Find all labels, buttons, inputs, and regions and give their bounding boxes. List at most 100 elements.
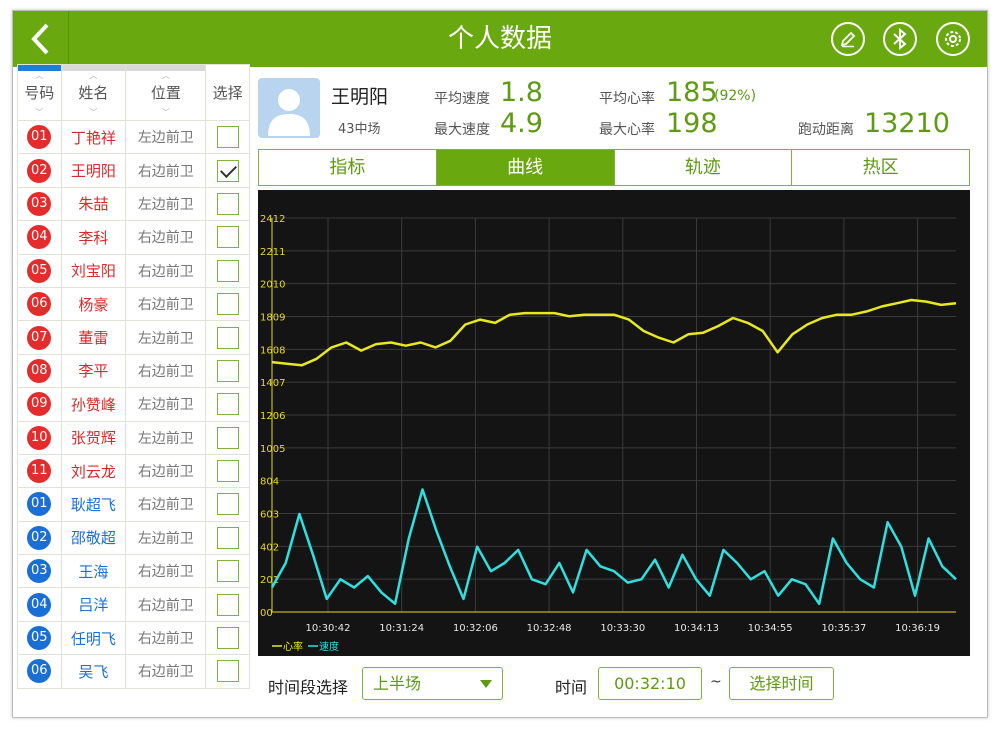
table-row[interactable]: 01 丁艳祥 左边前卫 [17, 119, 250, 155]
table-row[interactable]: 05 刘宝阳 右边前卫 [17, 253, 250, 288]
player-position-cell: 左边前卫 [125, 520, 207, 556]
table-row[interactable]: 03 王海 右边前卫 [17, 554, 250, 589]
pick-time-button[interactable]: 选择时间 [729, 667, 834, 700]
x-tick-label: 10:30:42 [306, 623, 351, 634]
table-row[interactable]: 07 董雷 左边前卫 [17, 320, 250, 355]
player-select-cell [205, 420, 250, 455]
player-position-cell: 右边前卫 [125, 453, 207, 489]
avatar [258, 78, 320, 138]
player-position-cell: 左边前卫 [125, 186, 207, 222]
table-row[interactable]: 08 李平 右边前卫 [17, 353, 250, 389]
player-checkbox[interactable] [216, 426, 239, 449]
table-row[interactable]: 03 朱喆 左边前卫 [17, 186, 250, 222]
player-number: 06 [17, 654, 62, 689]
series-line-heart-rate [271, 298, 957, 367]
y-tick-label: 1608 [260, 345, 285, 356]
table-row[interactable]: 11 刘云龙 右边前卫 [17, 453, 250, 489]
player-checkbox[interactable] [216, 393, 239, 416]
player-checkbox[interactable] [216, 526, 239, 549]
player-position-cell: 右边前卫 [125, 587, 207, 622]
table-row[interactable]: 02 王明阳 右边前卫 [17, 153, 250, 188]
bluetooth-button[interactable] [883, 22, 917, 56]
top-bar: 个人数据 [13, 11, 987, 67]
dropdown-arrow-icon [480, 680, 492, 688]
tab-track[interactable]: 轨迹 [614, 150, 793, 185]
player-position-cell: 左边前卫 [125, 119, 207, 155]
y-tick-label: 804 [260, 477, 279, 488]
table-row[interactable]: 01 耿超飞 右边前卫 [17, 487, 250, 522]
table-row[interactable]: 04 李科 右边前卫 [17, 220, 250, 255]
col-header-position[interactable]: ︿ 位置 ﹀ [125, 64, 207, 121]
player-name-cell: 杨豪 [60, 286, 127, 322]
table-row[interactable]: 05 任明飞 右边前卫 [17, 620, 250, 656]
tab-curve[interactable]: 曲线 [436, 150, 615, 185]
x-tick-label: 10:33:30 [600, 623, 645, 634]
col-header-name[interactable]: ︿ 姓名 ﹀ [60, 64, 127, 121]
player-checkbox[interactable] [216, 493, 239, 516]
player-name-cell: 董雷 [60, 320, 127, 355]
player-name-cell: 王明阳 [60, 153, 127, 188]
y-tick-label: 603 [260, 510, 279, 521]
player-checkbox[interactable] [216, 460, 239, 483]
player-select-cell [205, 220, 250, 255]
player-number: 02 [17, 520, 62, 556]
table-row[interactable]: 02 邵敬超 左边前卫 [17, 520, 250, 556]
y-tick-label: 1005 [260, 444, 285, 455]
period-select[interactable]: 上半场 [362, 667, 503, 700]
avg-hr-percent: (92%) [714, 88, 757, 104]
player-position-cell: 左边前卫 [125, 320, 207, 355]
tab-heatmap[interactable]: 热区 [792, 150, 969, 185]
settings-button[interactable] [936, 22, 970, 56]
player-select-cell [205, 587, 250, 622]
player-name-cell: 吴飞 [60, 654, 127, 689]
player-checkbox[interactable] [216, 159, 239, 182]
player-number: 01 [17, 487, 62, 522]
player-checkbox[interactable] [216, 593, 239, 616]
y-tick-label: 2211 [260, 247, 285, 258]
player-checkbox[interactable] [216, 660, 239, 683]
player-checkbox[interactable] [216, 326, 239, 349]
player-number: 04 [17, 220, 62, 255]
player-name-cell: 孙赞峰 [60, 387, 127, 422]
player-checkbox[interactable] [216, 560, 239, 583]
player-checkbox[interactable] [216, 192, 239, 215]
player-number: 05 [17, 253, 62, 288]
player-position-cell: 右边前卫 [125, 220, 207, 255]
edit-button[interactable] [831, 22, 865, 56]
table-row[interactable]: 10 张贺辉 左边前卫 [17, 420, 250, 455]
player-position-cell: 右边前卫 [125, 487, 207, 522]
player-checkbox[interactable] [216, 293, 239, 316]
player-checkbox[interactable] [216, 259, 239, 282]
time-field[interactable]: 00:32:10 [598, 667, 702, 700]
player-number: 09 [17, 387, 62, 422]
player-checkbox[interactable] [216, 226, 239, 249]
avg-hr-value: 185 [666, 77, 718, 108]
col-header-number[interactable]: ︿ 号码 ﹀ [17, 64, 62, 121]
table-row[interactable]: 09 孙赞峰 左边前卫 [17, 387, 250, 422]
y-tick-label: 1809 [260, 313, 285, 324]
player-checkbox[interactable] [216, 627, 239, 650]
distance-label: 跑动距离 [798, 122, 854, 138]
player-checkbox[interactable] [216, 126, 239, 149]
player-position-cell: 左边前卫 [125, 420, 207, 455]
y-tick-label: 00 [260, 608, 273, 619]
person-icon [268, 89, 310, 136]
player-name-cell: 任明飞 [60, 620, 127, 656]
col-header-select: 选择 [205, 64, 250, 121]
player-number: 10 [17, 420, 62, 455]
x-tick-label: 10:35:37 [821, 623, 866, 634]
period-label: 时间段选择 [268, 678, 349, 697]
table-row[interactable]: 06 杨豪 右边前卫 [17, 286, 250, 322]
x-tick-label: 10:31:24 [379, 623, 424, 634]
table-row[interactable]: 06 吴飞 右边前卫 [17, 654, 250, 689]
player-select-cell [205, 353, 250, 389]
player-checkbox[interactable] [216, 359, 239, 382]
table-row[interactable]: 04 吕洋 右边前卫 [17, 587, 250, 622]
tab-metrics[interactable]: 指标 [259, 150, 437, 185]
player-position-cell: 右边前卫 [125, 153, 207, 188]
player-name-cell: 王海 [60, 554, 127, 589]
player-select-cell [205, 554, 250, 589]
y-tick-label: 1407 [260, 378, 285, 389]
player-select-cell [205, 186, 250, 222]
player-select-cell [205, 286, 250, 322]
